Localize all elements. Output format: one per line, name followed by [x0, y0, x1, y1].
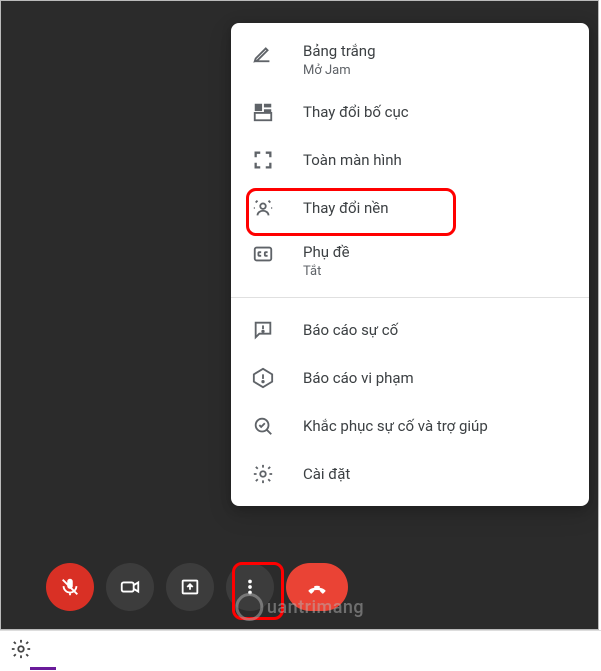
video-call-area: Bảng trắng Mở Jam Thay đổi bố cục Toàn m… [0, 0, 599, 630]
menu-label: Cài đặt [303, 464, 350, 484]
menu-label: Khắc phục sự cố và trợ giúp [303, 416, 488, 436]
feedback-icon [251, 318, 275, 342]
menu-item-change-background[interactable]: Thay đổi nền [231, 184, 589, 232]
gear-icon[interactable] [10, 638, 32, 664]
menu-label: Phụ đề [303, 242, 350, 262]
menu-sublabel: Tắt [303, 264, 350, 279]
menu-label: Báo cáo sự cố [303, 320, 398, 340]
menu-sublabel: Mở Jam [303, 63, 376, 78]
menu-item-whiteboard[interactable]: Bảng trắng Mở Jam [231, 31, 589, 88]
menu-label: Toàn màn hình [303, 150, 402, 170]
present-screen-button[interactable] [166, 563, 214, 611]
more-options-button[interactable] [226, 563, 274, 611]
menu-item-fullscreen[interactable]: Toàn màn hình [231, 136, 589, 184]
menu-label: Thay đổi nền [303, 198, 389, 218]
background-effect-icon [251, 196, 275, 220]
closed-captions-icon [251, 242, 275, 266]
menu-item-settings[interactable]: Cài đặt [231, 450, 589, 498]
menu-item-captions[interactable]: Phụ đề Tắt [231, 232, 589, 289]
menu-item-layout[interactable]: Thay đổi bố cục [231, 88, 589, 136]
menu-label: Báo cáo vi phạm [303, 368, 414, 388]
layout-icon [251, 100, 275, 124]
microphone-button[interactable] [46, 563, 94, 611]
gear-icon [251, 462, 275, 486]
fullscreen-icon [251, 148, 275, 172]
menu-label: Thay đổi bố cục [303, 102, 409, 122]
menu-label: Bảng trắng [303, 41, 376, 61]
edit-icon [251, 41, 275, 65]
menu-divider [231, 297, 589, 298]
hangup-button[interactable] [286, 563, 348, 611]
active-indicator [30, 667, 56, 670]
call-toolbar [1, 563, 598, 611]
browser-bottom-bar [0, 630, 601, 670]
more-options-menu: Bảng trắng Mở Jam Thay đổi bố cục Toàn m… [231, 23, 589, 506]
menu-item-report-problem[interactable]: Báo cáo sự cố [231, 306, 589, 354]
camera-button[interactable] [106, 563, 154, 611]
troubleshoot-icon [251, 414, 275, 438]
report-icon [251, 366, 275, 390]
menu-item-report-abuse[interactable]: Báo cáo vi phạm [231, 354, 589, 402]
menu-item-troubleshoot[interactable]: Khắc phục sự cố và trợ giúp [231, 402, 589, 450]
